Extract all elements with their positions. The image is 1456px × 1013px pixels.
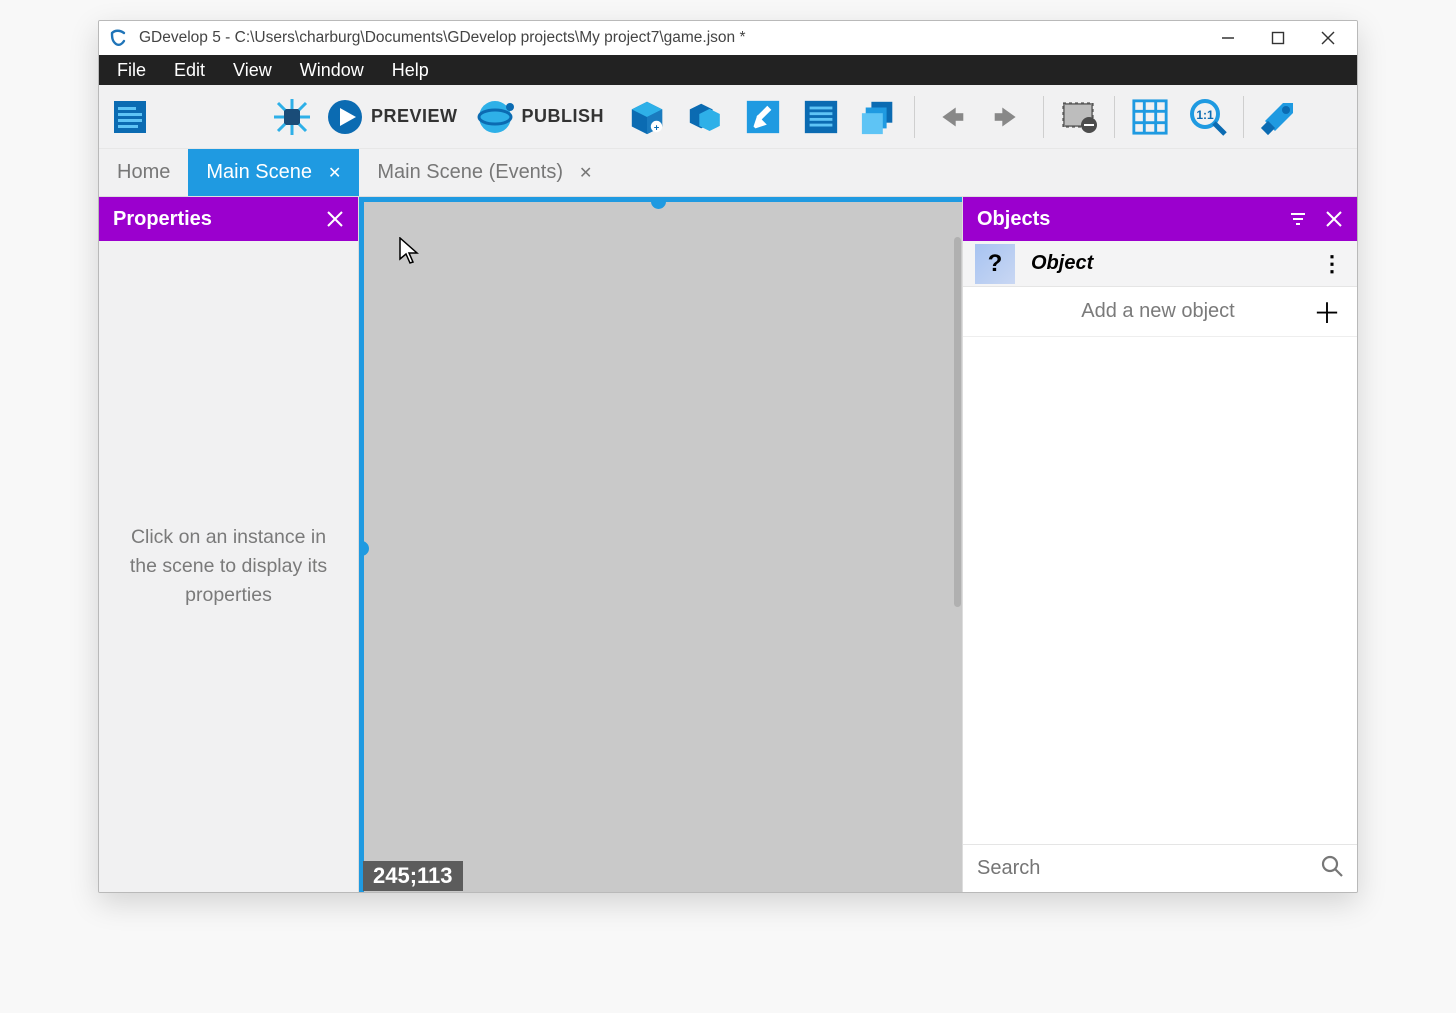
window-minimize-button[interactable] — [1203, 21, 1253, 55]
cube-multi-button[interactable] — [678, 90, 732, 144]
close-icon[interactable] — [326, 210, 344, 228]
properties-title: Properties — [113, 208, 212, 231]
tab-row: Home Main Scene ✕ Main Scene (Events) ✕ — [99, 149, 1357, 197]
toolbar-separator — [914, 96, 915, 138]
coordinate-readout: 245;113 — [363, 861, 463, 891]
toolbar-separator — [1243, 96, 1244, 138]
properties-empty-text: Click on an instance in the scene to dis… — [99, 241, 358, 892]
mask-button[interactable] — [1052, 90, 1106, 144]
svg-text:1:1: 1:1 — [1196, 108, 1214, 122]
menu-file[interactable]: File — [105, 57, 158, 84]
list-button[interactable] — [794, 90, 848, 144]
tab-main-scene-events[interactable]: Main Scene (Events) ✕ — [359, 149, 610, 196]
object-list-item[interactable]: ? Object ⋮ — [963, 241, 1357, 287]
objects-search-row — [963, 844, 1357, 892]
window-close-button[interactable] — [1303, 21, 1353, 55]
cursor-icon — [399, 237, 419, 263]
close-icon[interactable]: ✕ — [328, 163, 341, 183]
objects-title: Objects — [977, 208, 1050, 231]
resize-handle-left[interactable] — [359, 541, 369, 556]
redo-button[interactable] — [981, 90, 1035, 144]
properties-panel: Properties Click on an instance in the s… — [99, 197, 359, 892]
preview-button[interactable] — [323, 90, 367, 144]
objects-empty-space — [963, 337, 1357, 844]
grid-button[interactable] — [1123, 90, 1177, 144]
objects-panel-header: Objects — [963, 197, 1357, 241]
object-name: Object — [1031, 252, 1305, 275]
app-window: GDevelop 5 - C:\Users\charburg\Documents… — [98, 20, 1358, 893]
settings-button[interactable] — [1252, 90, 1306, 144]
menu-view[interactable]: View — [221, 57, 284, 84]
window-maximize-button[interactable] — [1253, 21, 1303, 55]
zoom-reset-button[interactable]: 1:1 — [1181, 90, 1235, 144]
layers-button[interactable] — [852, 90, 906, 144]
publish-button[interactable] — [474, 90, 518, 144]
cube-single-button[interactable]: + — [620, 90, 674, 144]
tab-label: Main Scene (Events) — [377, 161, 563, 184]
menubar: File Edit View Window Help — [99, 55, 1357, 85]
menu-edit[interactable]: Edit — [162, 57, 217, 84]
add-object-label: Add a new object — [979, 300, 1297, 323]
scrollbar[interactable] — [954, 237, 961, 607]
tab-main-scene[interactable]: Main Scene ✕ — [188, 149, 359, 196]
preview-label[interactable]: PREVIEW — [371, 106, 458, 127]
titlebar: GDevelop 5 - C:\Users\charburg\Documents… — [99, 21, 1357, 55]
objects-search-input[interactable] — [977, 857, 1311, 880]
tab-label: Home — [117, 161, 170, 184]
close-icon[interactable] — [1325, 210, 1343, 228]
main-area: Properties Click on an instance in the s… — [99, 197, 1357, 892]
svg-text:+: + — [654, 122, 660, 133]
properties-panel-header: Properties — [99, 197, 358, 241]
object-thumbnail-icon: ? — [975, 244, 1015, 284]
app-logo-icon — [109, 28, 129, 48]
menu-window[interactable]: Window — [288, 57, 376, 84]
kebab-menu-icon[interactable]: ⋮ — [1321, 251, 1341, 277]
objects-panel: Objects ? Object ⋮ Add a new object ＋ — [962, 197, 1357, 892]
tab-label: Main Scene — [206, 161, 312, 184]
search-icon[interactable] — [1321, 855, 1343, 882]
scene-canvas[interactable]: 245;113 — [359, 197, 962, 892]
undo-button[interactable] — [923, 90, 977, 144]
toolbar: PREVIEW PUBLISH + — [99, 85, 1357, 149]
toolbar-separator — [1043, 96, 1044, 138]
edit-button[interactable] — [736, 90, 790, 144]
filter-icon[interactable] — [1289, 210, 1307, 228]
resize-handle-top[interactable] — [651, 197, 666, 209]
publish-label[interactable]: PUBLISH — [522, 106, 605, 127]
window-title: GDevelop 5 - C:\Users\charburg\Documents… — [139, 29, 1203, 47]
add-object-button[interactable]: Add a new object ＋ — [963, 287, 1357, 337]
project-manager-button[interactable] — [103, 90, 157, 144]
tab-home[interactable]: Home — [99, 149, 188, 196]
menu-help[interactable]: Help — [380, 57, 441, 84]
debugger-button[interactable] — [265, 90, 319, 144]
close-icon[interactable]: ✕ — [579, 163, 592, 183]
plus-icon: ＋ — [1313, 292, 1341, 332]
toolbar-separator — [1114, 96, 1115, 138]
